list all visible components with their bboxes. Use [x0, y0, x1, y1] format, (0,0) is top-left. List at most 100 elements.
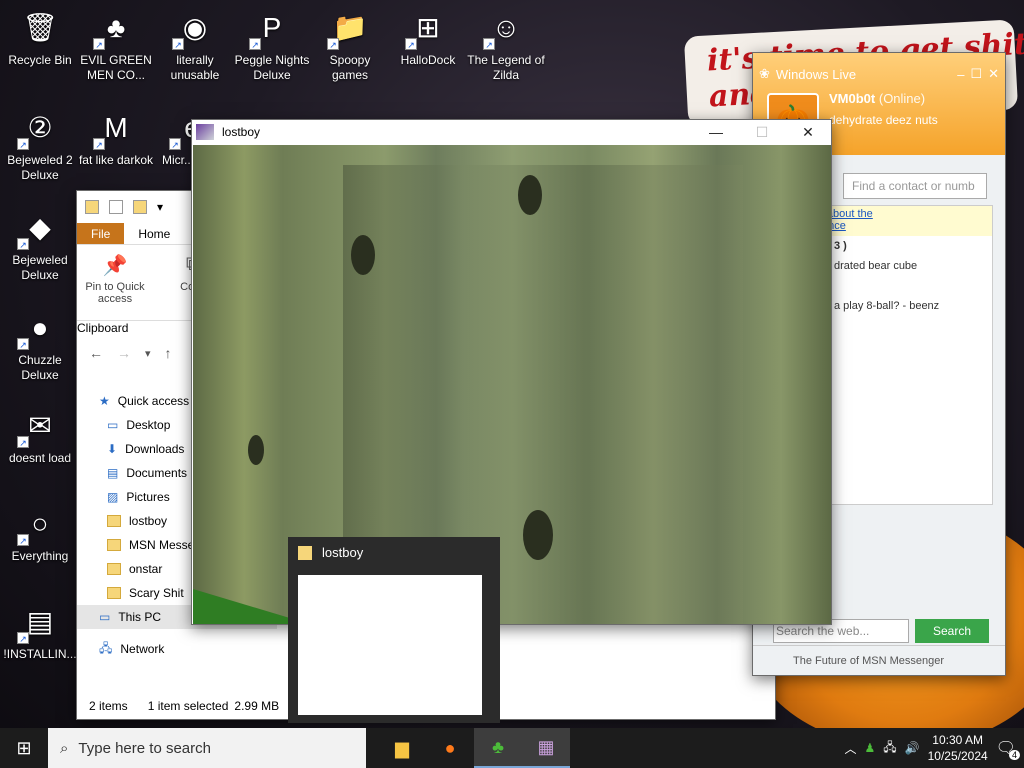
close-button[interactable]: ✕	[785, 120, 831, 144]
chuzzle-icon: ● ↗	[17, 304, 63, 350]
minimize-button[interactable]: —	[693, 120, 739, 144]
chevron-up-icon[interactable]: ︿	[845, 740, 857, 757]
selection-info: 1 item selected	[147, 699, 229, 713]
properties-icon[interactable]	[109, 200, 123, 214]
maximize-button[interactable]: ☐	[739, 120, 785, 144]
sidebar-item-label: Scary Shit	[129, 586, 184, 600]
sidebar-item-label: Pictures	[126, 490, 170, 504]
pin-to-quick-access-button[interactable]: 📌 Pin to Quick access	[83, 253, 147, 312]
sidebar-item-label: Documents	[126, 466, 188, 480]
item-count: 2 items	[89, 699, 128, 713]
shortcut-arrow-icon: ↗	[483, 38, 495, 50]
sidebar-item-label: This PC	[118, 610, 162, 624]
taskbar-firefox[interactable]: ●	[426, 728, 474, 768]
up-arrow-icon[interactable]: ↑	[165, 345, 172, 361]
desktop-icon-search-tool[interactable]: ○ ↗ Everything	[0, 500, 80, 564]
folder-icon	[107, 563, 121, 575]
desktop-icon-peggle[interactable]: P ↗ Peggle Nights Deluxe	[232, 4, 312, 83]
desktop-icon-label: EVIL GREEN MEN CO...	[80, 53, 152, 82]
desktop-icon-label: Bejeweled Deluxe	[12, 253, 68, 282]
selection-size: 2.99 MB	[234, 699, 280, 713]
recycle-bin-icon: 🗑	[22, 11, 58, 43]
sidebar-item-network[interactable]: 🖧 Network	[77, 637, 277, 661]
minimize-icon[interactable]: –	[957, 67, 964, 82]
contact-search-input[interactable]: Find a contact or numb	[843, 173, 987, 199]
shortcut-arrow-icon: ↗	[17, 436, 29, 448]
desktop-icon-recycle-bin[interactable]: 🗑 Recycle Bin	[0, 4, 80, 68]
gem-icon: ◆ ↗	[17, 204, 63, 250]
desktop-icon-text-file[interactable]: ▤ ↗ !INSTALLIN...	[0, 598, 80, 662]
folder-icon	[107, 515, 121, 527]
desktop-icon-label: doesnt load	[8, 451, 72, 465]
folder-icon: 📁 ↗	[327, 4, 373, 50]
taskbar-lostboy[interactable]: ▦	[522, 728, 570, 768]
net-icon: 🖧	[99, 640, 113, 655]
web-search-button[interactable]: Search	[915, 619, 989, 643]
start-button[interactable]: ⊞	[0, 728, 48, 768]
maximize-icon[interactable]: ☐	[970, 66, 982, 82]
taskbar-thumbnail-preview[interactable]: lostboy	[288, 537, 500, 723]
desktop-icon-chuzzle[interactable]: ● ↗ Chuzzle Deluxe	[0, 304, 80, 383]
bejeweled2-icon: ② ↗	[17, 104, 63, 150]
user-name[interactable]: VM0b0t (Online)	[829, 91, 925, 106]
sidebar-item-label: Network	[120, 642, 165, 656]
taskbar-search-box[interactable]: ⌕ Type here to search	[48, 728, 366, 768]
clock[interactable]: 10:30 AM 10/25/2024	[928, 732, 988, 764]
tab-file[interactable]: File	[77, 223, 125, 244]
zelda-icon: ☺ ↗	[483, 4, 529, 50]
network-icon[interactable]: 🖧	[883, 738, 896, 759]
close-icon[interactable]: ✕	[988, 66, 999, 82]
chevron-down-icon[interactable]: ▾	[157, 200, 163, 214]
shortcut-arrow-icon: ↗	[172, 38, 184, 50]
desktop-icon-gem[interactable]: ◆ ↗ Bejeweled Deluxe	[0, 204, 80, 283]
taskbar-file-explorer[interactable]: ▆	[378, 728, 426, 768]
shortcut-arrow-icon: ↗	[17, 534, 29, 546]
back-arrow-icon[interactable]: ←	[89, 345, 103, 361]
download-icon: ⬇	[107, 442, 118, 456]
shortcut-arrow-icon: ↗	[405, 38, 417, 50]
tab-home[interactable]: Home	[124, 223, 184, 244]
taskbar-messenger[interactable]: ♣	[474, 728, 522, 768]
messenger-titlebar: ❀ Windows Live – ☐ ✕	[759, 59, 999, 89]
thumbnail-image	[298, 575, 482, 715]
volume-icon[interactable]: 🔊	[905, 741, 920, 755]
desktop-icon-label: Chuzzle Deluxe	[18, 353, 62, 382]
door-hole	[518, 175, 542, 215]
taskbar-search-placeholder: Type here to search	[78, 739, 211, 757]
thunderbird-icon: ✉ ↗	[17, 402, 63, 448]
desktop-icon-msn-buddies[interactable]: ♣ ↗ EVIL GREEN MEN CO...	[76, 4, 156, 83]
notification-count: 4	[1008, 750, 1020, 760]
folder-icon	[298, 545, 312, 560]
new-folder-icon[interactable]	[133, 200, 147, 214]
desktop-icon-label: literally unusable	[170, 53, 220, 82]
desktop-icon-bejeweled2[interactable]: ② ↗ Bejeweled 2 Deluxe	[0, 104, 80, 183]
thumbnail-title: lostboy	[322, 545, 364, 560]
forward-arrow-icon[interactable]: →	[117, 345, 131, 361]
desktop-icon-zelda[interactable]: ☺ ↗ The Legend of Zilda	[466, 4, 546, 83]
personal-message[interactable]: dehydrate deez nuts	[829, 113, 938, 127]
desktop-icon-chrome[interactable]: ◉ ↗ literally unusable	[155, 4, 235, 83]
desktop-icon-label: Everything	[11, 549, 69, 563]
sidebar-item-label: MSN Messe	[129, 538, 195, 552]
desktop-icon-label: !INSTALLIN...	[3, 647, 77, 661]
shortcut-arrow-icon: ↗	[17, 238, 29, 250]
chevron-down-icon[interactable]: ▾	[145, 347, 151, 360]
desktop-icon-mpl[interactable]: M ↗ fat like darkok	[76, 104, 156, 168]
msn-tray-icon[interactable]: ♟	[865, 741, 876, 755]
pin-label: Pin to Quick access	[85, 281, 145, 305]
notification-center-icon[interactable]: 🗨 4	[996, 738, 1020, 760]
shortcut-arrow-icon: ↗	[327, 38, 339, 50]
firefox-icon: ●	[444, 737, 456, 758]
folder-icon	[107, 539, 121, 551]
folder-icon: ▆	[395, 737, 409, 758]
desktop-icon-thunderbird[interactable]: ✉ ↗ doesnt load	[0, 402, 80, 466]
folder-icon[interactable]	[85, 200, 99, 214]
desktop-icon-label: Bejeweled 2 Deluxe	[7, 153, 73, 182]
pin-icon: 📌	[102, 255, 128, 277]
desktop-icon-label: HalloDock	[400, 53, 456, 67]
desktop-icon-folder[interactable]: 📁 ↗ Spoopy games	[310, 4, 390, 83]
desktop-icon-windows-logo[interactable]: ⊞ ↗ HalloDock	[388, 4, 468, 68]
shortcut-arrow-icon: ↗	[93, 138, 105, 150]
door-handle	[523, 510, 553, 560]
door-hole	[248, 435, 264, 465]
